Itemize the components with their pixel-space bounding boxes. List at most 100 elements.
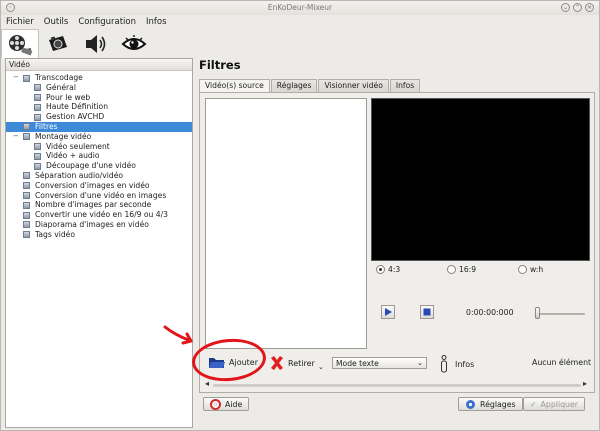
tree-item[interactable]: Vidéo + audio xyxy=(6,151,192,161)
aspect-label: 4:3 xyxy=(388,265,401,274)
view-mode-button[interactable] xyxy=(115,29,153,58)
folder-icon xyxy=(23,123,30,131)
mode-select[interactable]: Mode texte ⌄ xyxy=(332,357,427,369)
mode-toolbar xyxy=(1,29,599,58)
remove-button[interactable]: Retirer ⌄ xyxy=(269,355,324,371)
audio-mode-button[interactable] xyxy=(77,29,115,58)
main-window: ◦ EnKoDeur-Mixeur ⌄ ⌃ × Fichier Outils C… xyxy=(0,0,600,431)
footer-buttons: Aide Réglages ✓ Appliquer xyxy=(199,397,595,415)
seek-track[interactable] xyxy=(535,313,585,315)
infos-label: Infos xyxy=(455,359,475,369)
aspect-option-4-3[interactable]: 4:3 xyxy=(376,265,400,274)
help-label: Aide xyxy=(225,399,243,409)
folder-icon xyxy=(23,182,30,190)
radio-button[interactable] xyxy=(447,265,456,274)
chevron-down-icon[interactable]: ⌄ xyxy=(318,363,324,371)
scroll-left-icon[interactable]: ◂ xyxy=(205,379,209,388)
tree-item[interactable]: Général xyxy=(6,83,192,93)
tree-item-label: Diaporama d'images en vidéo xyxy=(35,219,149,229)
collapse-icon[interactable]: − xyxy=(13,73,19,83)
scroll-right-icon[interactable]: ▸ xyxy=(583,379,587,388)
folder-icon xyxy=(34,94,41,102)
eye-icon xyxy=(121,34,147,50)
folder-icon xyxy=(23,172,30,180)
tab-visionner-video[interactable]: Visionner vidéo xyxy=(318,79,389,92)
minimize-icon[interactable]: ⌄ xyxy=(561,3,570,12)
window-title: EnKoDeur-Mixeur xyxy=(267,3,333,12)
tree-item-label: Séparation audio/vidéo xyxy=(35,170,124,180)
radio-button[interactable] xyxy=(376,265,385,274)
timecode: 0:00:00:000 xyxy=(466,308,514,317)
tree-item-label: Découpage d'une vidéo xyxy=(46,161,136,171)
tab-reglages[interactable]: Réglages xyxy=(270,79,318,92)
tab-bar: Vidéo(s) source Réglages Visionner vidéo… xyxy=(199,79,421,93)
remove-label: Retirer xyxy=(288,358,315,368)
tree-item[interactable]: Tags vidéo xyxy=(6,230,192,240)
tree-item[interactable]: Pour le web xyxy=(6,93,192,103)
tree-item-label: Conversion d'une vidéo en images xyxy=(35,190,167,200)
status-text: Aucun élément xyxy=(532,358,592,367)
tree-item[interactable]: Conversion d'images en vidéo xyxy=(6,181,192,191)
video-preview xyxy=(371,98,590,261)
scroll-track[interactable] xyxy=(213,384,581,387)
tree-item[interactable]: Convertir une vidéo en 16/9 ou 4/3 xyxy=(6,210,192,220)
tree-body: − Transcodage Général Pour le web Haute Défi… xyxy=(6,71,192,240)
tree-item[interactable]: Découpage d'une vidéo xyxy=(6,161,192,171)
folder-icon xyxy=(34,103,41,111)
help-button[interactable]: Aide xyxy=(203,397,250,411)
tree-item[interactable]: − Montage vidéo xyxy=(6,132,192,142)
photo-mode-button[interactable] xyxy=(39,29,77,58)
tree-item-label: Conversion d'images en vidéo xyxy=(35,180,150,190)
close-icon[interactable]: × xyxy=(585,3,594,12)
source-video-list[interactable] xyxy=(205,98,367,349)
folder-icon xyxy=(23,201,30,209)
apply-button[interactable]: ✓ Appliquer xyxy=(523,397,586,411)
tab-infos[interactable]: Infos xyxy=(389,79,421,92)
mode-select-value: Mode texte xyxy=(336,359,379,368)
aspect-label: 16:9 xyxy=(459,265,477,274)
aspect-option-w-h[interactable]: w:h xyxy=(518,265,543,274)
tree-item[interactable]: Filtres xyxy=(6,121,192,132)
page-title: Filtres xyxy=(199,58,241,72)
check-icon: ✓ xyxy=(530,399,537,409)
tree-item[interactable]: Séparation audio/vidéo xyxy=(6,171,192,181)
tree-item[interactable]: Vidéo seulement xyxy=(6,142,192,152)
tree-item[interactable]: Conversion d'une vidéo en images xyxy=(6,191,192,201)
tree-item[interactable]: Gestion AVCHD xyxy=(6,112,192,122)
tree-item[interactable]: Nombre d'images par seconde xyxy=(6,200,192,210)
settings-button[interactable]: Réglages xyxy=(458,397,523,411)
app-menu-icon[interactable]: ◦ xyxy=(6,3,15,12)
collapse-icon[interactable]: − xyxy=(13,132,19,142)
aspect-option-16-9[interactable]: 16:9 xyxy=(447,265,476,274)
tree-item-label: Tags vidéo xyxy=(35,229,75,239)
folder-icon xyxy=(23,133,30,141)
radio-button[interactable] xyxy=(518,265,527,274)
tree-item[interactable]: Haute Définition xyxy=(6,102,192,112)
tree-item-label: Haute Définition xyxy=(46,102,109,112)
folder-icon xyxy=(34,143,41,151)
horizontal-scrollbar[interactable]: ◂ ▸ xyxy=(205,379,590,389)
folder-icon xyxy=(23,192,30,200)
tree-item[interactable]: Diaporama d'images en vidéo xyxy=(6,220,192,230)
tree-item[interactable]: − Transcodage xyxy=(6,73,192,83)
menu-fichier[interactable]: Fichier xyxy=(1,15,39,29)
menu-infos[interactable]: Infos xyxy=(141,15,172,29)
tab-video-source[interactable]: Vidéo(s) source xyxy=(199,79,270,93)
seek-handle[interactable] xyxy=(535,307,540,319)
stop-button[interactable] xyxy=(420,305,434,319)
maximize-icon[interactable]: ⌃ xyxy=(573,3,582,12)
menu-configuration[interactable]: Configuration xyxy=(73,15,141,29)
chevron-down-icon: ⌄ xyxy=(417,359,423,367)
folder-icon xyxy=(34,162,41,170)
tree-item-label: Pour le web xyxy=(46,92,91,102)
video-mode-button[interactable] xyxy=(1,29,39,58)
title-bar: ◦ EnKoDeur-Mixeur ⌄ ⌃ × xyxy=(1,1,599,15)
tree-item-label: Transcodage xyxy=(35,73,83,82)
tree-header: Vidéo xyxy=(6,59,192,71)
tree-item-label: Vidéo + audio xyxy=(46,151,100,161)
infos-button[interactable]: Infos xyxy=(440,355,474,373)
aspect-label: w:h xyxy=(530,265,544,274)
folder-icon xyxy=(34,84,41,92)
play-button[interactable] xyxy=(381,305,395,319)
menu-outils[interactable]: Outils xyxy=(39,15,74,29)
